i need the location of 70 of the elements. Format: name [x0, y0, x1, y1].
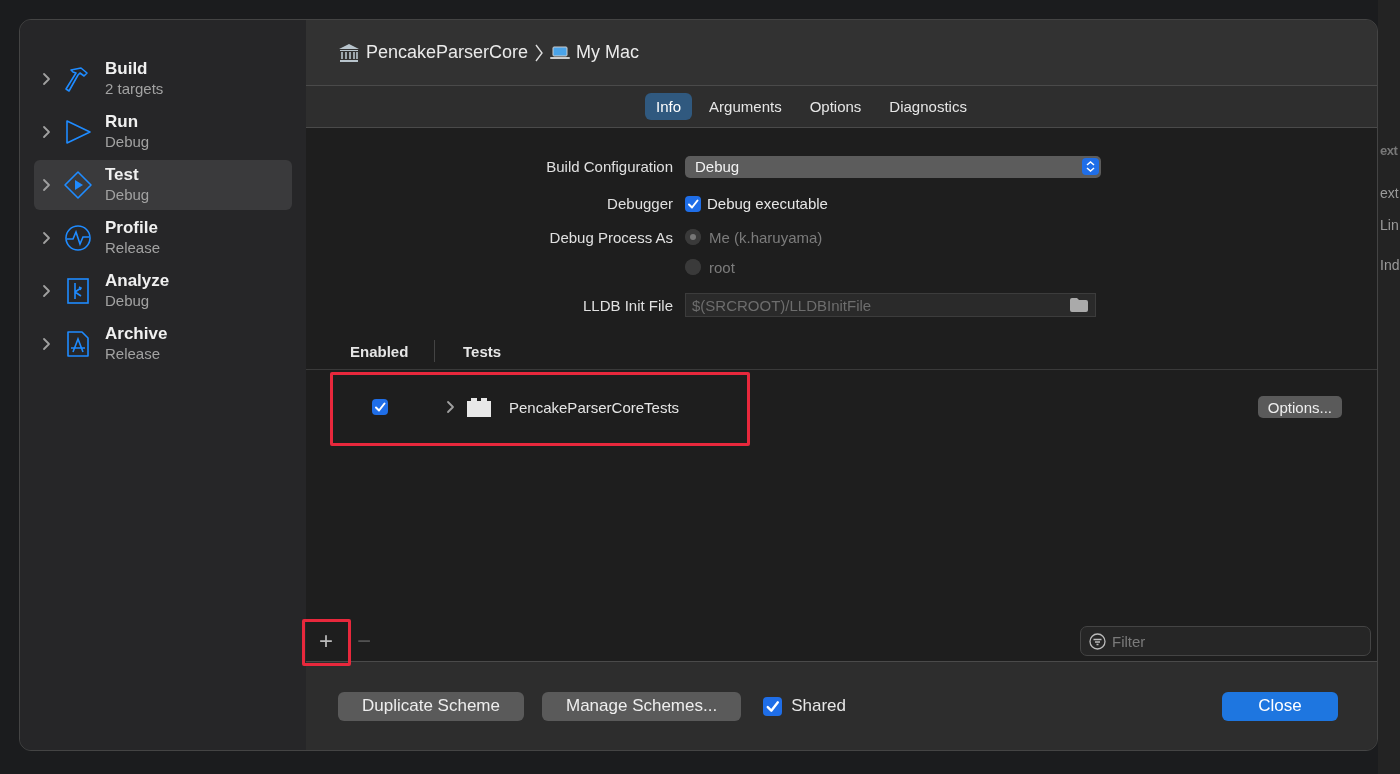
disclosure-chevron-icon[interactable]: [446, 400, 455, 414]
action-name: Profile: [105, 218, 159, 238]
laptop-icon: [550, 45, 571, 60]
building-icon: [338, 42, 360, 63]
folder-icon[interactable]: [1069, 297, 1089, 313]
tab[interactable]: Diagnostics: [878, 93, 978, 120]
build-configuration-popup[interactable]: Debug: [685, 155, 1101, 178]
field-label: Debugger: [606, 194, 673, 214]
manage-schemes-button[interactable]: Manage Schemes...: [541, 691, 742, 721]
field-label: Build Configuration: [545, 157, 673, 177]
filter-field[interactable]: Filter: [1080, 626, 1371, 656]
action-detail: Debug: [105, 132, 150, 152]
action-name: Run: [105, 112, 140, 132]
path-input[interactable]: $(SRCROOT)/LLDBInitFile: [692, 296, 1069, 314]
radio-label: Me (k.haruyama): [709, 228, 823, 246]
enabled-checkbox[interactable]: [372, 399, 388, 415]
scheme-action-item[interactable]: Analyze Debug: [34, 266, 292, 316]
test-bundle-icon: [467, 397, 491, 417]
editor-text: ext: [1380, 143, 1398, 158]
action-name: Build: [105, 59, 149, 79]
chevron-icon[interactable]: [42, 178, 51, 192]
chevron-icon[interactable]: [42, 337, 51, 351]
options-button[interactable]: Options...: [1257, 396, 1342, 418]
chevron-icon[interactable]: [42, 231, 51, 245]
destination-name[interactable]: My Mac: [576, 42, 640, 63]
filter-input[interactable]: Filter: [1112, 632, 1362, 650]
scheme-action-item[interactable]: Archive Release: [34, 319, 292, 369]
editor-text: Lin: [1380, 217, 1399, 233]
action-detail: Debug: [105, 291, 151, 311]
tab[interactable]: Arguments: [698, 93, 793, 120]
breadcrumb-separator-icon: [534, 42, 545, 63]
chevron-icon[interactable]: [42, 72, 51, 86]
scheme-action-item[interactable]: Profile Release: [34, 213, 292, 263]
action-name: Analyze: [105, 271, 170, 291]
filter-icon: [1089, 632, 1106, 650]
checkbox-label: Shared: [791, 696, 846, 716]
field-label: LLDB Init File: [581, 295, 673, 316]
debugger-checkbox[interactable]: [685, 195, 701, 212]
scheme-action-item[interactable]: Run Debug: [34, 107, 292, 157]
play-icon: [63, 117, 93, 147]
chevron-icon[interactable]: [42, 284, 51, 298]
test-target-name: PencakeParserCoreTests: [509, 398, 681, 416]
diamond-play-icon: [63, 170, 93, 200]
stepper-icon: [1082, 158, 1099, 175]
action-detail: 2 targets: [105, 79, 164, 99]
waveform-icon: [63, 223, 93, 253]
column-header[interactable]: Enabled: [306, 342, 434, 360]
duplicate-scheme-button[interactable]: Duplicate Scheme: [338, 691, 524, 721]
shared-checkbox[interactable]: [763, 696, 783, 716]
close-button[interactable]: Close: [1222, 691, 1338, 721]
add-button[interactable]: +: [313, 627, 339, 655]
action-name: Test: [105, 165, 140, 185]
highlight-box: [302, 619, 351, 666]
scheme-action-item[interactable]: Build 2 targets: [34, 54, 292, 104]
radio-label: root: [709, 258, 735, 276]
editor-text: Ind: [1380, 257, 1400, 273]
action-name: Archive: [105, 324, 168, 344]
action-detail: Release: [105, 344, 162, 364]
scheme-action-item[interactable]: Test Debug: [34, 160, 292, 210]
project-name[interactable]: PencakeParserCore: [366, 42, 529, 63]
lldb-init-file-field[interactable]: $(SRCROOT)/LLDBInitFile: [685, 293, 1096, 317]
field-label: Debug Process As: [548, 228, 673, 246]
column-header[interactable]: Tests: [463, 342, 502, 360]
editor-text: ext: [1380, 185, 1399, 201]
chevron-icon[interactable]: [42, 125, 51, 139]
action-detail: Release: [105, 238, 161, 258]
tab[interactable]: Options: [798, 93, 873, 120]
tab[interactable]: Info: [645, 93, 693, 120]
checkbox-label: Debug executable: [707, 195, 828, 212]
action-detail: Debug: [105, 185, 150, 205]
